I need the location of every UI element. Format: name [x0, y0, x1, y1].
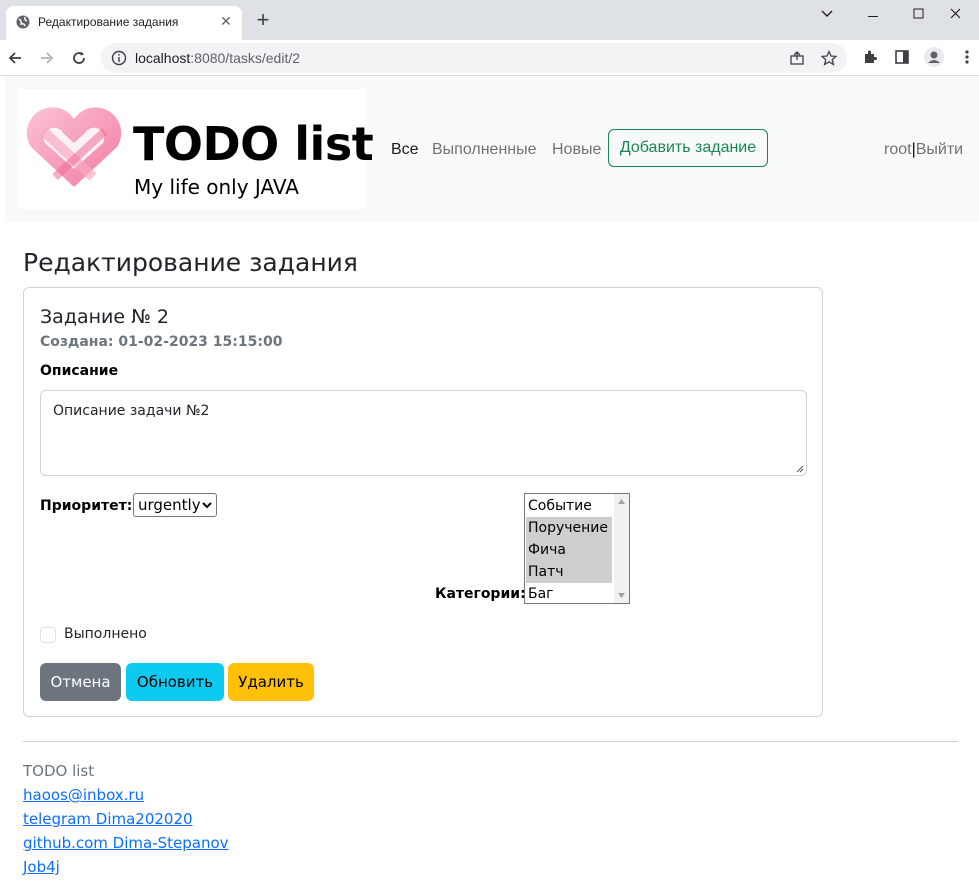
browser-tab-strip: Редактирование задания ✕ +: [0, 0, 979, 40]
category-option[interactable]: Патч: [526, 561, 612, 583]
task-edit-card: Задание № 2 Создана: 01-02-2023 15:15:00…: [23, 287, 823, 717]
forward-arrow-icon[interactable]: [35, 46, 59, 70]
categories-label: Категории:: [435, 586, 526, 602]
browser-menu-icon[interactable]: [957, 47, 977, 67]
logout-link[interactable]: Выйти: [916, 141, 963, 158]
nav-done-link[interactable]: Выполненные: [432, 141, 537, 159]
nav-all-link[interactable]: Все: [391, 141, 419, 159]
done-checkbox[interactable]: [40, 627, 56, 643]
priority-label: Приоритет:: [40, 498, 133, 514]
task-created: Создана: 01-02-2023 15:15:00: [40, 334, 283, 350]
close-tab-icon[interactable]: ✕: [218, 13, 234, 29]
heart-logo-icon: [26, 107, 122, 187]
description-label: Описание: [40, 363, 119, 379]
profile-avatar-icon[interactable]: [924, 47, 944, 67]
site-logo[interactable]: TODO list My life only JAVA: [17, 89, 374, 209]
footer-email-link[interactable]: haoos@inbox.ru: [23, 786, 144, 804]
browser-toolbar: localhost:8080/tasks/edit/2: [0, 40, 979, 76]
logo-title: TODO list: [133, 117, 374, 171]
scroll-up-icon[interactable]: [618, 499, 625, 504]
chevron-down-icon: [202, 502, 212, 509]
resize-handle-icon[interactable]: [796, 465, 804, 473]
minimize-icon[interactable]: [850, 0, 896, 30]
share-icon[interactable]: [787, 48, 807, 68]
tab-title: Редактирование задания: [38, 15, 179, 29]
category-option[interactable]: Фича: [526, 539, 612, 561]
logo-subtitle: My life only JAVA: [134, 175, 299, 199]
task-title: Задание № 2: [40, 306, 169, 328]
user-menu: root|Выйти: [884, 141, 963, 159]
site-navbar: TODO list My life only JAVA Все Выполнен…: [5, 76, 979, 222]
add-task-button[interactable]: Добавить задание: [608, 129, 768, 167]
cancel-button[interactable]: Отмена: [40, 663, 121, 701]
nav-new-link[interactable]: Новые: [552, 141, 601, 159]
reload-icon[interactable]: [67, 46, 91, 70]
globe-icon: [16, 15, 30, 29]
categories-scrollbar[interactable]: [614, 494, 629, 603]
category-option[interactable]: Баг: [526, 583, 612, 603]
footer-telegram-link[interactable]: telegram Dima202020: [23, 810, 193, 828]
update-button[interactable]: Обновить: [126, 663, 224, 701]
description-textarea[interactable]: Описание задачи №2: [40, 390, 807, 476]
url-host: localhost: [135, 50, 191, 66]
address-bar[interactable]: localhost:8080/tasks/edit/2: [101, 43, 847, 73]
category-option[interactable]: Событие: [526, 495, 612, 517]
back-arrow-icon[interactable]: [3, 46, 27, 70]
priority-select[interactable]: urgently: [133, 493, 217, 517]
done-label[interactable]: Выполнено: [64, 626, 147, 642]
footer-job4j-link[interactable]: Job4j: [23, 858, 60, 876]
window-close-icon[interactable]: [933, 0, 979, 30]
side-panel-icon[interactable]: [892, 47, 912, 67]
scroll-down-icon[interactable]: [618, 593, 625, 598]
new-tab-icon[interactable]: +: [252, 9, 274, 31]
browser-tab[interactable]: Редактирование задания ✕: [6, 6, 242, 40]
site-info-icon[interactable]: [109, 48, 129, 68]
url-path: :8080/tasks/edit/2: [190, 50, 301, 66]
priority-value: urgently: [138, 496, 201, 514]
page-title: Редактирование задания: [23, 248, 358, 277]
description-value: Описание задачи №2: [53, 403, 210, 419]
footer-title: TODO list: [23, 762, 95, 780]
category-option[interactable]: Поручение: [526, 517, 612, 539]
bookmark-star-icon[interactable]: [819, 48, 839, 68]
delete-button[interactable]: Удалить: [228, 663, 314, 701]
footer-divider: [23, 741, 958, 742]
categories-multiselect[interactable]: Событие Поручение Фича Патч Баг: [524, 493, 630, 604]
url-text: localhost:8080/tasks/edit/2: [135, 50, 300, 66]
username-link[interactable]: root: [884, 141, 912, 158]
footer-github-link[interactable]: github.com Dima-Stepanov: [23, 834, 229, 852]
tab-search-chevron-icon[interactable]: [804, 0, 850, 30]
extensions-puzzle-icon[interactable]: [860, 47, 880, 67]
